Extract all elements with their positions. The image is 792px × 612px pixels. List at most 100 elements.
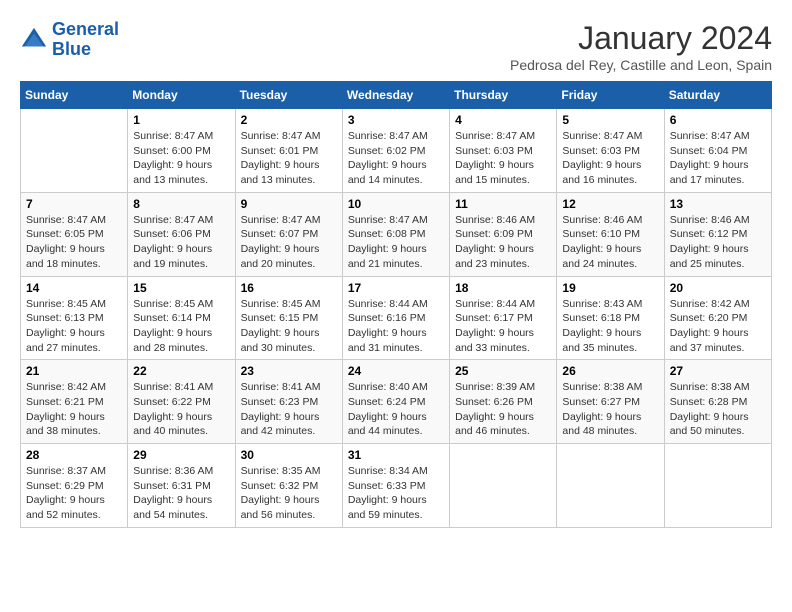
calendar-cell: 24 Sunrise: 8:40 AM Sunset: 6:24 PM Dayli… bbox=[342, 360, 449, 444]
calendar-cell bbox=[450, 444, 557, 528]
day-number: 10 bbox=[348, 197, 444, 211]
col-header-friday: Friday bbox=[557, 82, 664, 109]
day-number: 24 bbox=[348, 364, 444, 378]
day-info: Sunrise: 8:40 AM Sunset: 6:24 PM Dayligh… bbox=[348, 380, 444, 439]
day-number: 14 bbox=[26, 281, 122, 295]
day-number: 9 bbox=[241, 197, 337, 211]
day-info: Sunrise: 8:41 AM Sunset: 6:23 PM Dayligh… bbox=[241, 380, 337, 439]
week-row: 28 Sunrise: 8:37 AM Sunset: 6:29 PM Dayli… bbox=[21, 444, 772, 528]
day-number: 8 bbox=[133, 197, 229, 211]
calendar-cell: 18 Sunrise: 8:44 AM Sunset: 6:17 PM Dayli… bbox=[450, 276, 557, 360]
day-number: 15 bbox=[133, 281, 229, 295]
day-info: Sunrise: 8:35 AM Sunset: 6:32 PM Dayligh… bbox=[241, 464, 337, 523]
day-info: Sunrise: 8:34 AM Sunset: 6:33 PM Dayligh… bbox=[348, 464, 444, 523]
calendar-cell: 14 Sunrise: 8:45 AM Sunset: 6:13 PM Dayli… bbox=[21, 276, 128, 360]
day-number: 28 bbox=[26, 448, 122, 462]
day-number: 13 bbox=[670, 197, 766, 211]
calendar-cell: 1Sunrise: 8:47 AM Sunset: 6:00 PM Daylig… bbox=[128, 109, 235, 193]
calendar-cell: 30 Sunrise: 8:35 AM Sunset: 6:32 PM Dayli… bbox=[235, 444, 342, 528]
day-info: Sunrise: 8:38 AM Sunset: 6:28 PM Dayligh… bbox=[670, 380, 766, 439]
col-header-thursday: Thursday bbox=[450, 82, 557, 109]
calendar-cell: 31 Sunrise: 8:34 AM Sunset: 6:33 PM Dayli… bbox=[342, 444, 449, 528]
week-row: 7 Sunrise: 8:47 AM Sunset: 6:05 PM Daylig… bbox=[21, 192, 772, 276]
day-number: 3 bbox=[348, 113, 444, 127]
month-title: January 2024 bbox=[510, 20, 772, 57]
day-info: Sunrise: 8:36 AM Sunset: 6:31 PM Dayligh… bbox=[133, 464, 229, 523]
day-number: 18 bbox=[455, 281, 551, 295]
day-number: 4 bbox=[455, 113, 551, 127]
day-number: 6 bbox=[670, 113, 766, 127]
day-info: Sunrise: 8:47 AM Sunset: 6:07 PM Dayligh… bbox=[241, 213, 337, 272]
calendar-cell: 7 Sunrise: 8:47 AM Sunset: 6:05 PM Daylig… bbox=[21, 192, 128, 276]
calendar-cell: 17Sunrise: 8:44 AM Sunset: 6:16 PM Dayli… bbox=[342, 276, 449, 360]
calendar-cell: 12 Sunrise: 8:46 AM Sunset: 6:10 PM Dayli… bbox=[557, 192, 664, 276]
calendar-cell: 3 Sunrise: 8:47 AM Sunset: 6:02 PM Daylig… bbox=[342, 109, 449, 193]
day-number: 26 bbox=[562, 364, 658, 378]
col-header-monday: Monday bbox=[128, 82, 235, 109]
day-info: Sunrise: 8:44 AM Sunset: 6:17 PM Dayligh… bbox=[455, 297, 551, 356]
day-info: Sunrise: 8:47 AM Sunset: 6:04 PM Dayligh… bbox=[670, 129, 766, 188]
day-number: 7 bbox=[26, 197, 122, 211]
calendar-cell: 6 Sunrise: 8:47 AM Sunset: 6:04 PM Daylig… bbox=[664, 109, 771, 193]
week-row: 21 Sunrise: 8:42 AM Sunset: 6:21 PM Dayli… bbox=[21, 360, 772, 444]
day-info: Sunrise: 8:47 AM Sunset: 6:02 PM Dayligh… bbox=[348, 129, 444, 188]
day-info: Sunrise: 8:45 AM Sunset: 6:13 PM Dayligh… bbox=[26, 297, 122, 356]
day-info: Sunrise: 8:43 AM Sunset: 6:18 PM Dayligh… bbox=[562, 297, 658, 356]
day-number: 30 bbox=[241, 448, 337, 462]
day-info: Sunrise: 8:41 AM Sunset: 6:22 PM Dayligh… bbox=[133, 380, 229, 439]
calendar-cell: 5 Sunrise: 8:47 AM Sunset: 6:03 PM Daylig… bbox=[557, 109, 664, 193]
calendar-cell: 19Sunrise: 8:43 AM Sunset: 6:18 PM Dayli… bbox=[557, 276, 664, 360]
day-number: 16 bbox=[241, 281, 337, 295]
calendar-cell: 2 Sunrise: 8:47 AM Sunset: 6:01 PM Daylig… bbox=[235, 109, 342, 193]
col-header-tuesday: Tuesday bbox=[235, 82, 342, 109]
day-number: 2 bbox=[241, 113, 337, 127]
day-info: Sunrise: 8:47 AM Sunset: 6:00 PM Dayligh… bbox=[133, 129, 229, 188]
calendar-cell: 25 Sunrise: 8:39 AM Sunset: 6:26 PM Dayli… bbox=[450, 360, 557, 444]
calendar-cell: 11Sunrise: 8:46 AM Sunset: 6:09 PM Dayli… bbox=[450, 192, 557, 276]
day-info: Sunrise: 8:47 AM Sunset: 6:05 PM Dayligh… bbox=[26, 213, 122, 272]
day-number: 31 bbox=[348, 448, 444, 462]
day-info: Sunrise: 8:46 AM Sunset: 6:12 PM Dayligh… bbox=[670, 213, 766, 272]
day-number: 25 bbox=[455, 364, 551, 378]
day-info: Sunrise: 8:39 AM Sunset: 6:26 PM Dayligh… bbox=[455, 380, 551, 439]
day-number: 17 bbox=[348, 281, 444, 295]
calendar-table: SundayMondayTuesdayWednesdayThursdayFrid… bbox=[20, 81, 772, 528]
day-info: Sunrise: 8:45 AM Sunset: 6:15 PM Dayligh… bbox=[241, 297, 337, 356]
day-number: 21 bbox=[26, 364, 122, 378]
day-info: Sunrise: 8:42 AM Sunset: 6:20 PM Dayligh… bbox=[670, 297, 766, 356]
calendar-cell: 4 Sunrise: 8:47 AM Sunset: 6:03 PM Daylig… bbox=[450, 109, 557, 193]
calendar-cell: 27 Sunrise: 8:38 AM Sunset: 6:28 PM Dayli… bbox=[664, 360, 771, 444]
day-info: Sunrise: 8:46 AM Sunset: 6:10 PM Dayligh… bbox=[562, 213, 658, 272]
calendar-cell: 13 Sunrise: 8:46 AM Sunset: 6:12 PM Dayli… bbox=[664, 192, 771, 276]
calendar-cell: 22Sunrise: 8:41 AM Sunset: 6:22 PM Dayli… bbox=[128, 360, 235, 444]
week-row: 14 Sunrise: 8:45 AM Sunset: 6:13 PM Dayli… bbox=[21, 276, 772, 360]
day-number: 27 bbox=[670, 364, 766, 378]
day-info: Sunrise: 8:47 AM Sunset: 6:01 PM Dayligh… bbox=[241, 129, 337, 188]
logo-text: General Blue bbox=[52, 20, 119, 60]
day-info: Sunrise: 8:47 AM Sunset: 6:03 PM Dayligh… bbox=[562, 129, 658, 188]
day-info: Sunrise: 8:47 AM Sunset: 6:03 PM Dayligh… bbox=[455, 129, 551, 188]
calendar-cell bbox=[664, 444, 771, 528]
calendar-cell: 20 Sunrise: 8:42 AM Sunset: 6:20 PM Dayli… bbox=[664, 276, 771, 360]
logo: General Blue bbox=[20, 20, 119, 60]
day-number: 12 bbox=[562, 197, 658, 211]
calendar-cell: 9 Sunrise: 8:47 AM Sunset: 6:07 PM Daylig… bbox=[235, 192, 342, 276]
day-info: Sunrise: 8:37 AM Sunset: 6:29 PM Dayligh… bbox=[26, 464, 122, 523]
calendar-cell bbox=[21, 109, 128, 193]
day-number: 5 bbox=[562, 113, 658, 127]
calendar-cell: 8Sunrise: 8:47 AM Sunset: 6:06 PM Daylig… bbox=[128, 192, 235, 276]
day-number: 20 bbox=[670, 281, 766, 295]
logo-line1: General bbox=[52, 19, 119, 39]
day-number: 23 bbox=[241, 364, 337, 378]
day-number: 29 bbox=[133, 448, 229, 462]
location: Pedrosa del Rey, Castille and Leon, Spai… bbox=[510, 57, 772, 73]
calendar-cell: 21 Sunrise: 8:42 AM Sunset: 6:21 PM Dayli… bbox=[21, 360, 128, 444]
week-row: 1Sunrise: 8:47 AM Sunset: 6:00 PM Daylig… bbox=[21, 109, 772, 193]
col-header-saturday: Saturday bbox=[664, 82, 771, 109]
day-info: Sunrise: 8:42 AM Sunset: 6:21 PM Dayligh… bbox=[26, 380, 122, 439]
title-area: January 2024 Pedrosa del Rey, Castille a… bbox=[510, 20, 772, 73]
logo-icon bbox=[20, 26, 48, 54]
day-info: Sunrise: 8:46 AM Sunset: 6:09 PM Dayligh… bbox=[455, 213, 551, 272]
col-header-wednesday: Wednesday bbox=[342, 82, 449, 109]
calendar-cell bbox=[557, 444, 664, 528]
